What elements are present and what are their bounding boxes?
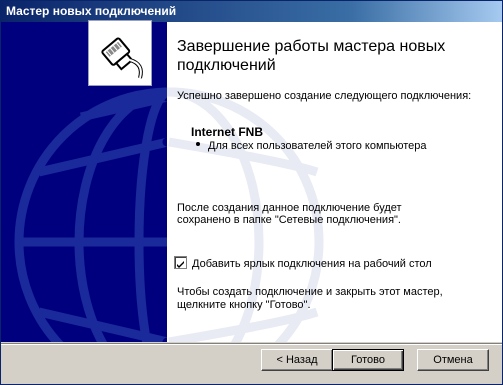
finish-button[interactable]: Готово — [332, 349, 404, 371]
back-button[interactable]: < Назад — [261, 349, 333, 371]
window-title: Мастер новых подключений — [6, 4, 177, 18]
connection-detail: Для всех пользователей этого компьютера — [196, 140, 426, 152]
save-info-line2: сохранено в папке "Сетевые подключения". — [177, 214, 401, 226]
network-cable-icon — [89, 21, 151, 85]
finish-info-line2: щелкните кнопку "Готово". — [177, 299, 311, 311]
title-bar[interactable]: Мастер новых подключений — [1, 1, 502, 22]
finish-info-line1: Чтобы создать подключение и закрыть этот… — [177, 286, 443, 298]
connection-name: Internet FNB — [191, 125, 263, 139]
bullet-icon — [196, 142, 200, 147]
shortcut-checkbox-label[interactable]: Добавить ярлык подключения на рабочий ст… — [192, 257, 432, 271]
shortcut-checkbox[interactable] — [174, 256, 187, 269]
cancel-button[interactable]: Отмена — [417, 349, 489, 371]
connection-detail-text: Для всех пользователей этого компьютера — [208, 140, 427, 152]
wizard-window: Мастер новых подключений Завершение рабо… — [0, 0, 503, 385]
footer-separator — [1, 343, 502, 345]
checkmark-icon — [177, 261, 184, 268]
wizard-heading: Завершение работы мастера новых подключе… — [177, 38, 446, 74]
success-text: Успешно завершено создание следующего по… — [177, 90, 472, 102]
